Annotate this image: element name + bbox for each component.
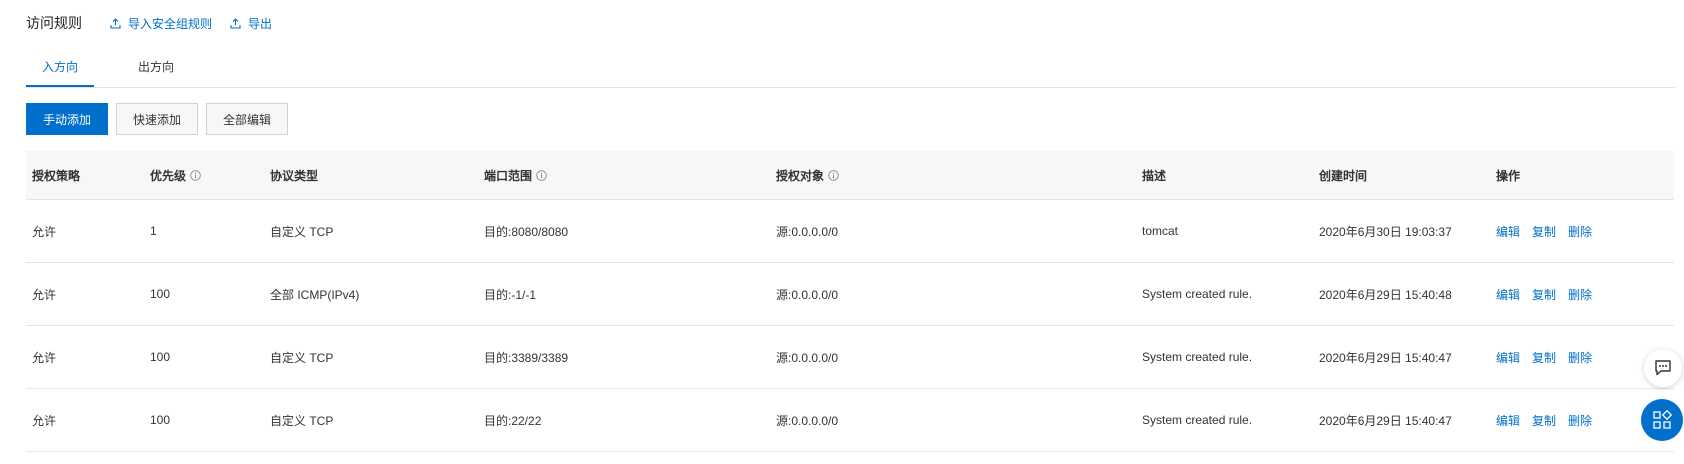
column-header-created: 创建时间 (1319, 168, 1368, 183)
direction-tabs: 入方向 出方向 (26, 52, 1676, 88)
cell-created: 2020年6月29日 15:40:47 (1319, 350, 1452, 365)
edit-link[interactable]: 编辑 (1496, 286, 1520, 303)
import-rules-link[interactable]: 导入安全组规则 (110, 15, 212, 32)
cell-priority: 100 (150, 350, 171, 364)
cell-port: 目的:3389/3389 (484, 350, 569, 365)
delete-link[interactable]: 删除 (1568, 412, 1592, 429)
tab-inbound[interactable]: 入方向 (26, 52, 94, 87)
tab-outbound[interactable]: 出方向 (126, 52, 186, 87)
column-header-desc: 描述 (1142, 168, 1167, 183)
cell-port: 目的:8080/8080 (484, 224, 569, 239)
cell-protocol: 自定义 TCP (270, 224, 334, 239)
edit-all-button[interactable]: 全部编辑 (206, 103, 289, 135)
cell-actions: 编辑 复制 删除 (1496, 263, 1604, 325)
column-header-actions: 操作 (1496, 168, 1521, 183)
cell-priority: 1 (150, 224, 157, 238)
table-row: 允许 100 自定义 TCP 目的:22/22 源:0.0.0.0/0 Syst… (26, 389, 1674, 452)
cell-desc: tomcat (1142, 224, 1179, 238)
apps-button[interactable] (1641, 399, 1683, 441)
copy-link[interactable]: 复制 (1532, 412, 1556, 429)
info-circle-icon[interactable] (536, 169, 547, 181)
cell-port: 目的:-1/-1 (484, 287, 537, 302)
page-header: 访问规则 导入安全组规则 导出 (26, 12, 290, 34)
upload-icon (110, 17, 121, 29)
table-row: 允许 100 自定义 TCP 目的:3389/3389 源:0.0.0.0/0 … (26, 326, 1674, 389)
copy-link[interactable]: 复制 (1532, 349, 1556, 366)
chat-button[interactable] (1644, 349, 1682, 387)
cell-object: 源:0.0.0.0/0 (776, 350, 839, 365)
delete-link[interactable]: 删除 (1568, 349, 1592, 366)
cell-object: 源:0.0.0.0/0 (776, 224, 839, 239)
cell-priority: 100 (150, 287, 171, 301)
delete-link[interactable]: 删除 (1568, 286, 1592, 303)
export-link[interactable]: 导出 (230, 15, 272, 32)
cell-desc: System created rule. (1142, 287, 1253, 301)
upload-icon (230, 17, 241, 29)
info-circle-icon[interactable] (190, 169, 201, 181)
edit-link[interactable]: 编辑 (1496, 349, 1520, 366)
manual-add-button[interactable]: 手动添加 (26, 103, 109, 135)
cell-policy: 允许 (32, 224, 57, 239)
cell-desc: System created rule. (1142, 350, 1253, 364)
toolbar: 手动添加 快速添加 全部编辑 (26, 103, 296, 135)
cell-priority: 100 (150, 413, 171, 427)
table-row: 允许 100 全部 ICMP(IPv4) 目的:-1/-1 源:0.0.0.0/… (26, 263, 1674, 326)
page-title: 访问规则 (26, 15, 82, 31)
apps-grid-icon (1653, 410, 1672, 429)
edit-link[interactable]: 编辑 (1496, 223, 1520, 240)
delete-link[interactable]: 删除 (1568, 223, 1592, 240)
edit-link[interactable]: 编辑 (1496, 412, 1520, 429)
cell-object: 源:0.0.0.0/0 (776, 413, 839, 428)
info-circle-icon[interactable] (828, 169, 839, 181)
cell-protocol: 全部 ICMP(IPv4) (270, 287, 360, 302)
cell-policy: 允许 (32, 287, 57, 302)
column-header-object: 授权对象 (776, 151, 839, 199)
cell-actions: 编辑 复制 删除 (1496, 200, 1604, 262)
copy-link[interactable]: 复制 (1532, 223, 1556, 240)
chat-icon (1655, 360, 1671, 376)
column-header-protocol: 协议类型 (270, 168, 319, 183)
column-header-policy: 授权策略 (32, 168, 81, 183)
copy-link[interactable]: 复制 (1532, 286, 1556, 303)
cell-actions: 编辑 复制 删除 (1496, 389, 1604, 451)
column-header-port: 端口范围 (484, 151, 547, 199)
quick-add-button[interactable]: 快速添加 (116, 103, 199, 135)
cell-actions: 编辑 复制 删除 (1496, 326, 1604, 388)
cell-desc: System created rule. (1142, 413, 1253, 427)
export-label: 导出 (248, 16, 273, 31)
import-rules-label: 导入安全组规则 (128, 16, 213, 31)
cell-protocol: 自定义 TCP (270, 413, 334, 428)
table-row: 允许 1 自定义 TCP 目的:8080/8080 源:0.0.0.0/0 to… (26, 200, 1674, 263)
cell-created: 2020年6月30日 19:03:37 (1319, 224, 1452, 239)
cell-protocol: 自定义 TCP (270, 350, 334, 365)
cell-port: 目的:22/22 (484, 413, 542, 428)
cell-policy: 允许 (32, 350, 57, 365)
rules-table: 授权策略 优先级 协议类型 端口范围 授权对象 描述 创建时间 操作 允许 1 … (26, 151, 1674, 452)
cell-object: 源:0.0.0.0/0 (776, 287, 839, 302)
cell-policy: 允许 (32, 413, 57, 428)
cell-created: 2020年6月29日 15:40:47 (1319, 413, 1452, 428)
column-header-priority: 优先级 (150, 151, 201, 199)
cell-created: 2020年6月29日 15:40:48 (1319, 287, 1452, 302)
table-header: 授权策略 优先级 协议类型 端口范围 授权对象 描述 创建时间 操作 (26, 151, 1674, 200)
